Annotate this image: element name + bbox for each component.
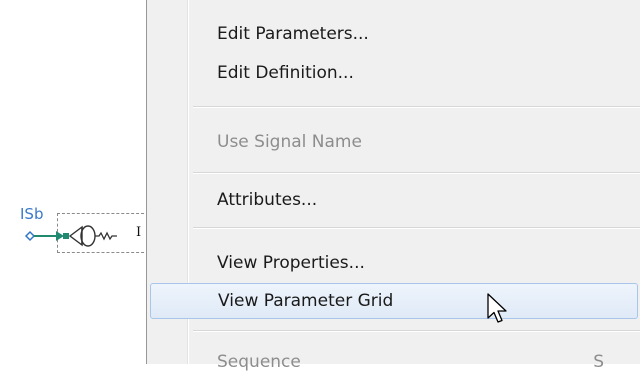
menu-item-label: Attributes... xyxy=(217,190,318,210)
menu-item-sequence: Sequence S xyxy=(150,344,638,380)
menu-separator xyxy=(193,227,640,228)
menu-separator xyxy=(193,106,640,107)
current-source-symbol-icon[interactable] xyxy=(22,216,134,256)
menu-separator xyxy=(193,172,640,173)
menu-item-use-signal-name: Use Signal Name xyxy=(150,124,638,160)
menu-item-attributes[interactable]: Attributes... xyxy=(150,182,638,218)
menu-separator xyxy=(193,330,640,331)
context-menu: Edit Parameters... Edit Definition... Us… xyxy=(146,0,640,372)
menu-item-view-properties[interactable]: View Properties... xyxy=(150,245,638,281)
menu-item-shortcut: S xyxy=(593,352,604,372)
menu-item-label: View Properties... xyxy=(217,253,365,273)
arrow-pointer-icon xyxy=(487,293,507,323)
menu-item-label: View Parameter Grid xyxy=(218,291,394,311)
menu-item-label: Sequence xyxy=(217,352,301,372)
menu-item-label: Edit Definition... xyxy=(217,63,354,83)
menu-item-edit-parameters[interactable]: Edit Parameters... xyxy=(150,16,638,52)
menu-item-label: Edit Parameters... xyxy=(217,24,369,44)
menu-item-label: Use Signal Name xyxy=(217,132,362,152)
menu-item-view-parameter-grid[interactable]: View Parameter Grid xyxy=(150,283,638,319)
instance-label: I xyxy=(136,225,142,240)
menu-item-edit-definition[interactable]: Edit Definition... xyxy=(150,55,638,91)
